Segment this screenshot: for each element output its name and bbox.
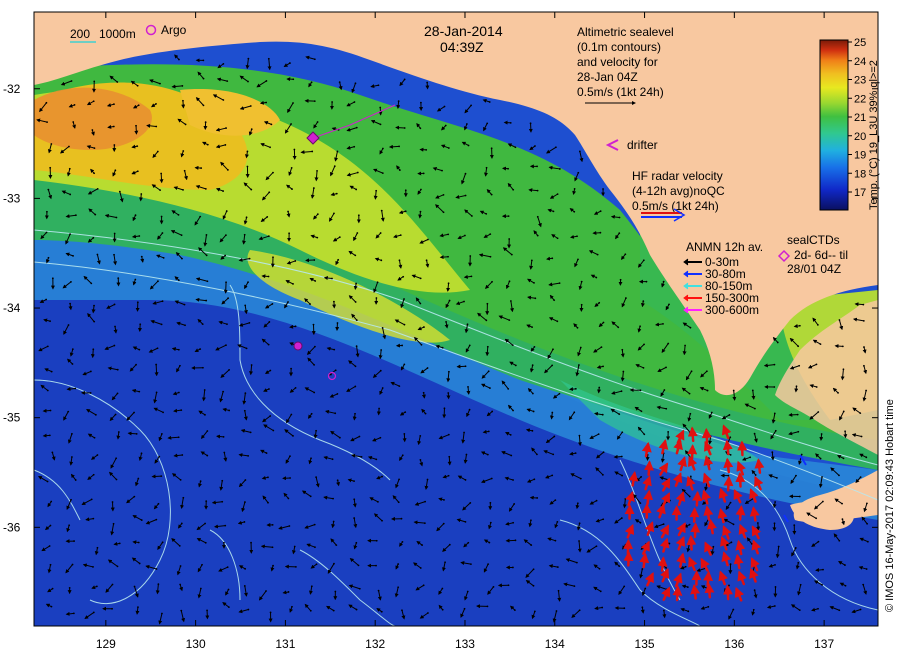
hf-radar-arrow [723,475,734,492]
colorbar-tick-label: 23 [854,75,866,87]
hf-radar-arrow [723,457,734,474]
altimetry-arrow [388,144,400,149]
altimetry-arrow [854,302,864,307]
altimetry-arrow [568,387,576,392]
seal-ctd-line-1: sealCTDs [787,233,840,247]
colorbar-tick-label: 18 [854,168,866,180]
lon-tick-label: 135 [635,637,655,651]
hf-radar-arrow [687,444,698,460]
hf-radar-arrow [690,583,701,600]
lon-tick-label: 129 [96,637,116,651]
colorbar-tick-label: 20 [854,131,866,143]
altimetry-arrow [127,431,137,436]
isobath-legend-1000: 1000m [99,27,136,41]
lon-tick-label: 130 [186,637,206,651]
lat-tick-label: -34 [3,301,21,315]
altimetry-arrow [447,456,452,466]
altimetry-arrow [834,344,843,349]
anmn-title: ANMN 12h av. [686,240,763,254]
altimetry-arrow [439,255,449,260]
altimetry-arrow [159,173,164,184]
colorbar-tick-label: 21 [854,112,866,124]
map-time: 04:39Z [440,39,484,55]
argo-legend-label: Argo [161,23,187,37]
altimetry-arrow [42,433,50,438]
altimetry-arrow [42,408,51,413]
lat-tick-label: -32 [3,82,21,96]
hf-radar-arrow [687,426,698,443]
altimetry-arrow [793,324,800,329]
lon-tick-label: 137 [814,637,834,651]
hf-radar-arrow [643,460,654,476]
altimetry-arrow [770,452,775,461]
lon-tick-label: 136 [724,637,744,651]
hf-radar-arrow [722,584,733,601]
credit-text: © IMOS 16-May-2017 02:09:43 Hobart time [884,399,896,612]
hf-radar-arrow [703,570,714,587]
colorbar-tick-label: 25 [854,37,866,49]
colorbar-tick-label: 24 [854,56,866,68]
altimetry-arrow [90,349,95,359]
altimetry-arrow [485,346,490,357]
hf-radar-line-1: HF radar velocity [632,169,723,183]
lon-tick-label: 132 [365,637,385,651]
lon-tick-label: 134 [545,637,565,651]
hf-radar-arrow [722,439,733,456]
altimetry-arrow [352,413,357,421]
altimetry-line-1: Altimetric sealevel [577,25,674,39]
altimetry-line-2: (0.1m contours) [577,40,661,54]
hf-radar-arrow [639,552,650,569]
argo-marker [293,341,303,351]
altimetry-line-5: 0.5m/s (1kt 24h) [577,85,664,99]
altimetry-line-4: 28-Jan 04Z [577,70,638,84]
altimetry-arrow [138,193,143,202]
colorbar-gradient [819,39,849,211]
hf-radar-arrow [690,522,701,539]
colorbar-tick-label: 22 [854,93,866,105]
altimetry-arrow [819,433,824,442]
altimetry-arrow [815,568,824,573]
lon-tick-label: 133 [455,637,475,651]
altimetry-arrow [216,434,224,439]
colorbar-tick-label: 19 [854,150,866,162]
hf-radar-arrow [657,556,668,572]
altimetry-arrow [597,387,601,394]
altimetry-arrow [396,101,401,110]
hf-radar-arrow [749,506,760,522]
lat-tick-label: -35 [3,411,21,425]
lat-tick-label: -33 [3,191,21,205]
lon-tick-label: 131 [275,637,295,651]
hf-radar-line-2: (4-12h avg)noQC [632,184,725,198]
altimetry-arrow [613,454,622,459]
hf-radar-arrow [704,582,715,599]
altimetry-arrow [418,211,423,219]
altimetry-arrow [132,540,139,545]
altimetry-line-3: and velocity for [577,55,658,69]
isobath-legend-200: 200 [70,27,90,41]
colorbar-tick-label: 17 [854,187,866,199]
colorbar-label: Temp. (°C) 19_L3U 39% ql>=2 [868,60,880,210]
lat-tick-label: -36 [3,520,21,534]
hf-radar-arrow [692,490,703,507]
seal-ctd-line-2: 2d- 6d-- til [794,248,848,262]
hf-radar-arrow [735,472,746,488]
sst-map: -32 -33 -34 -35 -36 129 130 131 132 133 134 135 136… [3,11,896,651]
altimetry-arrow [794,386,799,393]
seal-ctd-line-3: 28/01 04Z [787,262,841,276]
map-date: 28-Jan-2014 [424,23,503,39]
hf-radar-arrow [672,585,683,602]
altimetry-arrow [577,435,582,447]
isobath-legend: 200 1000m [70,27,136,43]
hf-radar-arrow [643,489,654,506]
hf-radar-arrow [735,505,746,521]
altimetry-arrow [154,364,159,377]
anmn-label: 300-600m [705,303,759,317]
hf-radar-arrow [701,427,712,444]
altimetry-arrow [505,538,516,543]
hf-radar-arrow [686,534,697,551]
hf-radar-line-3: 0.5m/s (1kt 24h) [632,199,719,213]
hf-radar-arrow [754,458,765,474]
drifter-legend-label: drifter [627,138,658,152]
